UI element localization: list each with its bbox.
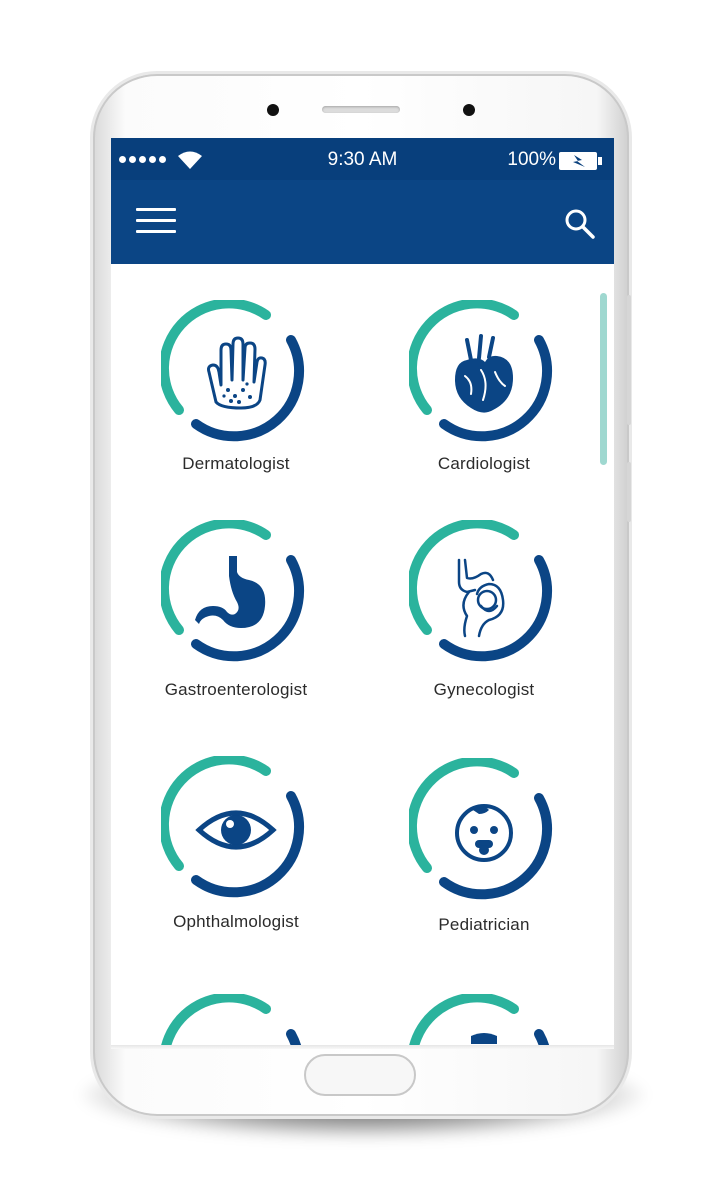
phone-side-button — [627, 295, 631, 425]
scrollbar[interactable] — [600, 293, 607, 465]
eye-icon — [195, 810, 277, 850]
specialty-tile-partial[interactable] — [126, 994, 346, 1045]
screen-bottom-edge — [111, 1045, 614, 1049]
specialty-label: Gastroenterologist — [164, 680, 308, 699]
specialty-tile-cardiologist[interactable]: Cardiologist — [374, 300, 594, 474]
home-button[interactable] — [304, 1054, 416, 1096]
specialty-tile-dermatologist[interactable]: Dermatologist — [126, 300, 346, 474]
progress-ring — [161, 994, 301, 1045]
specialty-label: Dermatologist — [182, 454, 290, 473]
battery-percent: 100% — [507, 149, 556, 170]
progress-ring — [161, 300, 305, 442]
stomach-icon — [195, 556, 266, 628]
app-bar — [111, 180, 614, 264]
heart-icon — [455, 334, 513, 413]
specialty-label: Ophthalmologist — [173, 912, 299, 931]
specialty-tile-partial[interactable] — [374, 994, 594, 1045]
specialty-label: Pediatrician — [438, 915, 530, 934]
progress-ring — [161, 756, 305, 898]
specialty-tile-ophthalmologist[interactable]: Ophthalmologist — [126, 756, 346, 932]
progress-ring — [161, 520, 305, 662]
pregnancy-icon — [457, 558, 505, 638]
progress-ring — [409, 520, 553, 662]
progress-ring — [409, 300, 553, 442]
front-sensor — [463, 104, 475, 116]
specialty-label: Cardiologist — [437, 454, 531, 473]
specialty-label: Gynecologist — [433, 680, 535, 699]
baby-icon — [455, 804, 513, 862]
phone-screen: 9:30 AM 100% Dermatologist Cardiologist … — [111, 138, 614, 1045]
earpiece-speaker — [322, 106, 400, 113]
status-bar: 9:30 AM 100% — [111, 138, 614, 180]
specialty-tile-gastroenterologist[interactable]: Gastroenterologist — [126, 520, 346, 700]
search-icon[interactable] — [564, 208, 596, 240]
progress-ring — [409, 994, 549, 1045]
battery-charging-icon — [559, 152, 602, 170]
hand-icon — [207, 336, 267, 410]
phone-side-button — [627, 462, 631, 522]
front-camera — [267, 104, 279, 116]
progress-ring — [409, 758, 553, 900]
specialty-tile-gynecologist[interactable]: Gynecologist — [374, 520, 594, 700]
hamburger-menu-icon[interactable] — [136, 208, 176, 236]
specialty-tile-pediatrician[interactable]: Pediatrician — [374, 758, 594, 935]
